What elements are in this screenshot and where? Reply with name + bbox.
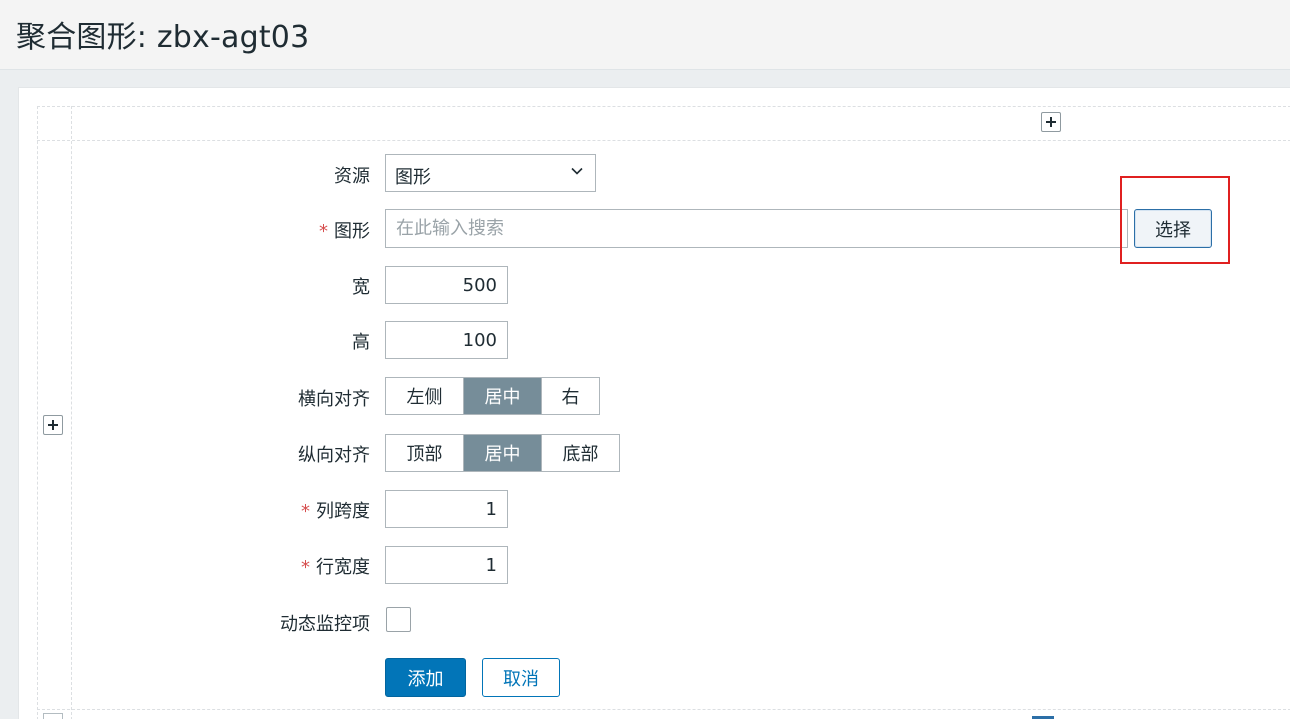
grid-line [37,106,38,719]
source-select-value: 图形 [395,167,431,188]
required-marker: * [301,557,310,578]
grid-line [37,709,1290,710]
graph-label: * 图形 [319,221,370,242]
cancel-button[interactable]: 取消 [482,658,560,697]
halign-right-option[interactable]: 右 [542,378,599,414]
valign-top-option[interactable]: 顶部 [386,435,464,471]
width-input[interactable] [385,266,508,304]
dynamic-item-checkbox[interactable] [386,607,411,632]
halign-segmented-control: 左侧 居中 右 [385,377,600,415]
grid-line [71,106,72,719]
valign-label: 纵向对齐 [298,445,370,466]
required-marker: * [301,501,310,522]
screen-editor-panel [18,87,1290,719]
height-label: 高 [352,332,370,353]
page-title: 聚合图形: zbx-agt03 [16,20,310,55]
plus-icon [1042,113,1060,131]
add-row-button[interactable] [43,415,63,435]
valign-segmented-control: 顶部 居中 底部 [385,434,620,472]
grid-line [37,106,1290,107]
add-button[interactable]: 添加 [385,658,466,697]
valign-bottom-option[interactable]: 底部 [542,435,619,471]
valign-middle-option[interactable]: 居中 [464,435,542,471]
halign-left-option[interactable]: 左侧 [386,378,464,414]
add-column-button[interactable] [1041,112,1061,132]
select-graph-button[interactable]: 选择 [1134,209,1212,248]
source-select[interactable]: 图形 [385,154,596,192]
halign-label: 横向对齐 [298,389,370,410]
grid-line [37,140,1290,141]
halign-center-option[interactable]: 居中 [464,378,542,414]
height-input[interactable] [385,321,508,359]
required-marker: * [319,221,328,242]
page-header: 聚合图形: zbx-agt03 [0,0,1290,70]
rowspan-input[interactable] [385,546,508,584]
rowspan-label: * 行宽度 [301,557,370,578]
chevron-down-icon [571,167,583,175]
colspan-input[interactable] [385,490,508,528]
plus-icon [43,713,63,719]
graph-search-input[interactable] [385,209,1128,248]
colspan-label: * 列跨度 [301,501,370,522]
source-label: 资源 [334,166,370,187]
plus-icon [44,416,62,434]
dynamic-item-label: 动态监控项 [280,614,370,635]
width-label: 宽 [352,277,370,298]
